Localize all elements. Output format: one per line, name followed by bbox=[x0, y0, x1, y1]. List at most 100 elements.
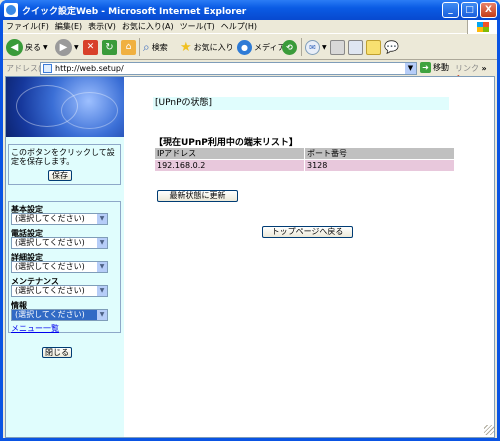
table-row: 192.168.0.2 3128 bbox=[154, 159, 455, 172]
select-value: (選択してください) bbox=[15, 214, 85, 223]
back-button[interactable]: ◀ 戻る ▼ bbox=[6, 38, 48, 56]
address-input[interactable]: http://web.setup/ ▼ bbox=[40, 62, 417, 75]
resize-grip[interactable] bbox=[484, 425, 494, 435]
star-icon: ★ bbox=[180, 39, 192, 55]
media-label: メディア bbox=[254, 42, 286, 52]
go-button[interactable]: ➜ 移動 bbox=[420, 62, 449, 73]
print-icon bbox=[330, 39, 345, 55]
refresh-button[interactable]: ↻ bbox=[102, 38, 117, 56]
close-page-button[interactable]: 閉じる bbox=[42, 347, 72, 358]
phone-settings-select[interactable]: (選択してください) ▼ bbox=[11, 237, 108, 249]
basic-settings-select[interactable]: (選択してください) ▼ bbox=[11, 213, 108, 225]
toolbar-separator bbox=[139, 38, 140, 56]
toolbar-separator bbox=[301, 38, 302, 56]
menu-tools[interactable]: ツール(T) bbox=[177, 20, 218, 33]
home-button[interactable]: ⌂ bbox=[121, 38, 136, 56]
page-content: このボタンをクリックして設定を保存します。 保存 基本設定 (選択してください)… bbox=[5, 76, 495, 438]
mail-icon: ✉ bbox=[305, 39, 320, 55]
chevron-down-icon: ▼ bbox=[97, 286, 107, 296]
cell-ip: 192.168.0.2 bbox=[154, 159, 305, 172]
chevron-down-icon: ▼ bbox=[97, 214, 107, 224]
page-icon bbox=[43, 64, 52, 73]
select-value: (選択してください) bbox=[15, 238, 85, 247]
menu-help[interactable]: ヘルプ(H) bbox=[218, 20, 260, 33]
media-button[interactable]: ● メディア bbox=[237, 38, 285, 56]
mail-button[interactable]: ✉ ▼ bbox=[305, 38, 327, 56]
print-button[interactable] bbox=[330, 38, 345, 56]
messenger-icon: 💬 bbox=[384, 40, 399, 54]
refresh-icon: ↻ bbox=[102, 39, 117, 55]
select-value: (選択してください) bbox=[15, 310, 85, 319]
page-title: [UPnPの状態] bbox=[153, 97, 449, 110]
edit-button[interactable] bbox=[348, 38, 363, 56]
browser-client: ファイル(F) 編集(E) 表示(V) お気に入り(A) ツール(T) ヘルプ(H) ◀ … bbox=[3, 20, 497, 438]
media-icon: ● bbox=[237, 39, 252, 55]
maximize-button[interactable]: □ bbox=[461, 2, 478, 18]
toolbar: ◀ 戻る ▼ ▶ ▼ ✕ ↻ ⌂ ⌕ 検索 ★ お気に入り ● メディア ⟲ ✉… bbox=[3, 34, 497, 60]
minimize-button[interactable]: _ bbox=[442, 2, 459, 18]
save-panel: このボタンをクリックして設定を保存します。 保存 bbox=[8, 144, 121, 185]
links-label: リンク bbox=[455, 64, 479, 73]
favorites-button[interactable]: ★ お気に入り bbox=[180, 38, 234, 56]
favorites-label: お気に入り bbox=[193, 42, 234, 52]
upnp-device-table: IPアドレス ポート番号 192.168.0.2 3128 bbox=[154, 147, 455, 172]
chevron-down-icon: ▼ bbox=[97, 238, 107, 248]
back-label: 戻る bbox=[25, 42, 41, 52]
info-select[interactable]: (選択してください) ▼ bbox=[11, 309, 108, 321]
save-instruction: このボタンをクリックして設定を保存します。 bbox=[11, 148, 115, 166]
cell-port: 3128 bbox=[304, 159, 455, 172]
address-dropdown-icon[interactable]: ▼ bbox=[405, 63, 416, 74]
go-arrow-icon: ➜ bbox=[420, 62, 431, 73]
window-title: クイック設定Web - Microsoft Internet Explorer bbox=[22, 7, 247, 17]
chevron-down-icon: ▼ bbox=[43, 43, 48, 51]
search-button[interactable]: ⌕ 検索 bbox=[143, 38, 168, 56]
back-arrow-icon: ◀ bbox=[6, 38, 23, 56]
messenger-button[interactable]: 💬 bbox=[384, 38, 399, 56]
address-bar: アドレス(D) http://web.setup/ ▼ ➜ 移動 リンク » ✚… bbox=[3, 61, 497, 83]
maintenance-select[interactable]: (選択してください) ▼ bbox=[11, 285, 108, 297]
search-label: 検索 bbox=[151, 42, 168, 52]
select-value: (選択してください) bbox=[15, 286, 85, 295]
ie-app-icon bbox=[4, 3, 18, 17]
folder-icon bbox=[366, 39, 381, 55]
settings-menu-panel: 基本設定 (選択してください) ▼ 電話設定 (選択してください) ▼ 詳細設定… bbox=[8, 201, 121, 333]
advanced-settings-select[interactable]: (選択してください) ▼ bbox=[11, 261, 108, 273]
browser-window: クイック設定Web - Microsoft Internet Explorer … bbox=[0, 0, 500, 441]
menu-file[interactable]: ファイル(F) bbox=[3, 20, 52, 33]
chevron-down-icon: ▼ bbox=[97, 310, 107, 320]
address-url: http://web.setup/ bbox=[55, 64, 124, 73]
chevron-down-icon: ▼ bbox=[322, 43, 327, 51]
close-window-button[interactable]: X bbox=[480, 2, 497, 18]
stop-icon: ✕ bbox=[83, 39, 98, 55]
go-label: 移動 bbox=[433, 63, 449, 72]
back-to-top-button[interactable]: トップページへ戻る bbox=[262, 226, 353, 238]
edit-icon bbox=[348, 39, 363, 55]
menu-bar: ファイル(F) 編集(E) 表示(V) お気に入り(A) ツール(T) ヘルプ(H) bbox=[3, 20, 497, 34]
select-value: (選択してください) bbox=[15, 262, 85, 271]
history-button[interactable]: ⟲ bbox=[282, 38, 297, 56]
column-header-port: ポート番号 bbox=[304, 147, 455, 160]
menu-favorites[interactable]: お気に入り(A) bbox=[119, 20, 177, 33]
divider bbox=[130, 218, 452, 219]
history-icon: ⟲ bbox=[282, 39, 297, 55]
title-bar[interactable]: クイック設定Web - Microsoft Internet Explorer … bbox=[0, 0, 500, 20]
sidebar-banner-image bbox=[6, 77, 124, 137]
sidebar: このボタンをクリックして設定を保存します。 保存 基本設定 (選択してください)… bbox=[6, 77, 124, 437]
table-header-row: IPアドレス ポート番号 bbox=[154, 147, 455, 160]
menu-list-link[interactable]: メニュー一覧 bbox=[11, 323, 59, 334]
menu-edit[interactable]: 編集(E) bbox=[52, 20, 85, 33]
forward-arrow-icon: ▶ bbox=[55, 38, 72, 56]
home-icon: ⌂ bbox=[121, 39, 136, 55]
windows-logo-icon bbox=[467, 20, 497, 34]
column-header-ip: IPアドレス bbox=[154, 147, 305, 160]
forward-button[interactable]: ▶ ▼ bbox=[55, 38, 79, 56]
menu-view[interactable]: 表示(V) bbox=[85, 20, 119, 33]
refresh-status-button[interactable]: 最新状態に更新 bbox=[157, 190, 238, 202]
stop-button[interactable]: ✕ bbox=[83, 38, 98, 56]
chevron-down-icon: ▼ bbox=[74, 43, 79, 51]
main-panel: [UPnPの状態] 【現在UPnP利用中の端末リスト】 IPアドレス ポート番号… bbox=[124, 77, 494, 437]
save-button[interactable]: 保存 bbox=[48, 170, 72, 181]
divider bbox=[130, 119, 452, 120]
chevron-down-icon: ▼ bbox=[97, 262, 107, 272]
folder-button[interactable] bbox=[366, 38, 381, 56]
